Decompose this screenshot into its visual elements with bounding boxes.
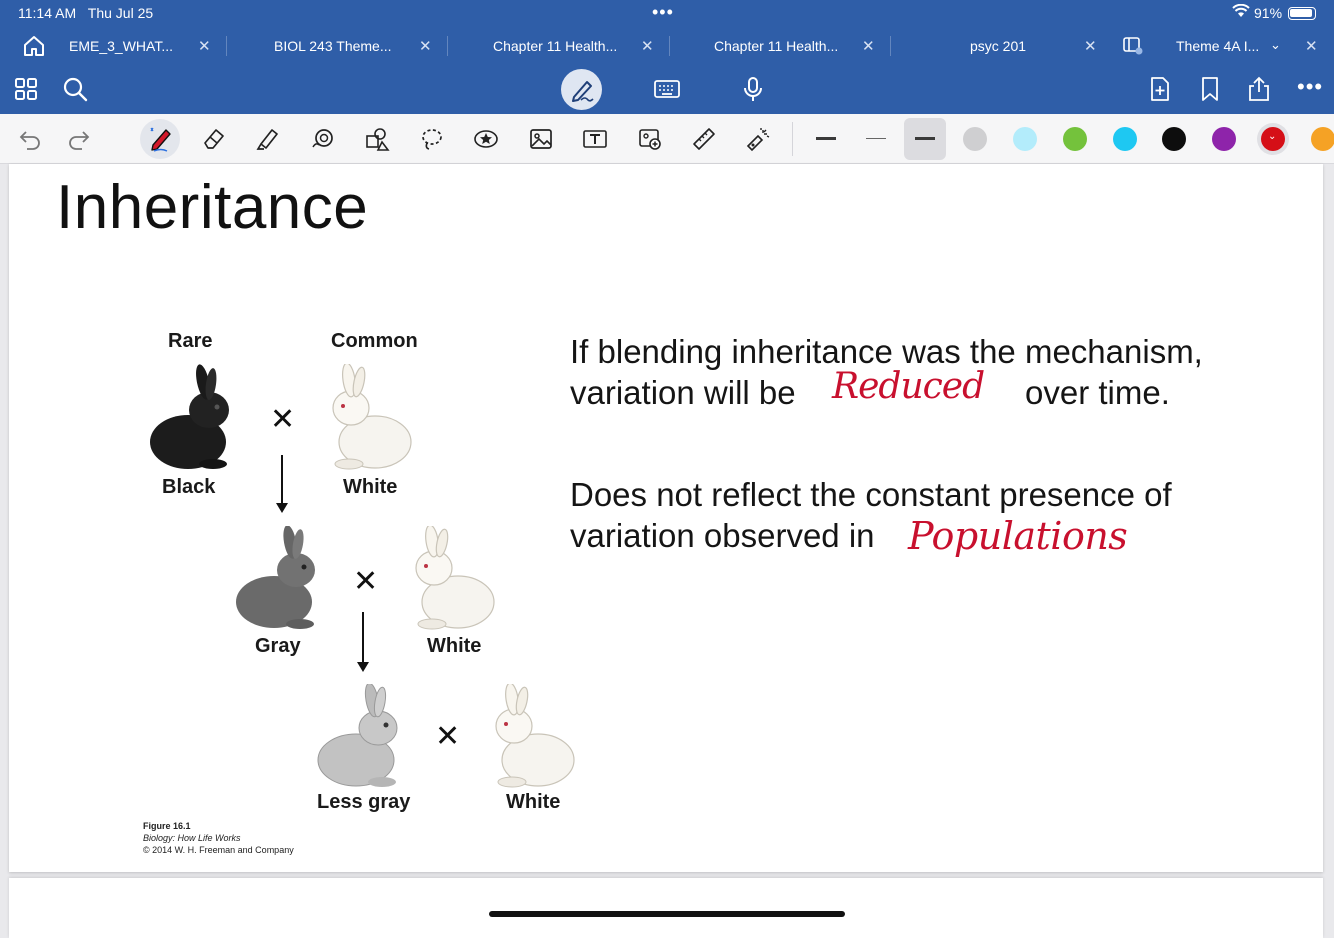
figure-label-rare: Rare [168,330,213,352]
tab-chapter-11-b[interactable]: Chapter 11 Health... ✕ [670,28,890,64]
text-line-2b: over time. [1025,374,1170,411]
close-tab-icon[interactable]: ✕ [198,37,211,55]
close-tab-icon[interactable]: ✕ [1084,37,1097,55]
chevron-down-icon: ⌄ [1268,131,1277,142]
figure-copyright: © 2014 W. H. Freeman and Company [143,845,294,855]
chevron-down-icon[interactable]: ⌄ [1270,37,1281,53]
home-icon[interactable] [22,34,46,58]
text-line-2a: variation will be [570,374,796,411]
share-icon[interactable] [1246,76,1272,102]
figure-label-white: White [427,635,482,657]
camera-icon[interactable] [637,126,663,152]
color-swatch[interactable] [1013,127,1037,151]
wifi-icon [1232,4,1250,17]
toolbar-divider [792,122,793,156]
color-swatch[interactable] [1212,127,1236,151]
sticker-icon[interactable] [473,126,499,152]
color-swatch[interactable] [963,127,987,151]
figure-label-common: Common [331,330,418,352]
color-swatch-selected[interactable]: ⌄ [1261,127,1285,151]
keyboard-icon[interactable] [654,76,680,102]
tool-bar: ⌄ [0,114,1334,164]
pen-mode-icon [572,81,594,102]
cross-symbol: ✕ [435,720,461,753]
color-swatch[interactable] [1113,127,1137,151]
figure-number: Figure 16.1 [143,821,191,831]
pen-icon [150,127,171,152]
close-tab-icon[interactable]: ✕ [1305,37,1318,55]
text-line-4a: variation observed in [570,517,875,554]
cross-symbol: ✕ [353,565,379,598]
stroke-width-selected[interactable] [904,118,946,160]
ruler-icon[interactable] [691,126,717,152]
gray-rabbit-image [236,526,315,629]
figure-label-white: White [343,476,398,498]
figure-label-less-gray: Less gray [317,791,411,813]
text-line-3: Does not reflect the constant presence o… [570,476,1172,513]
down-arrow [357,612,369,672]
close-tab-icon[interactable]: ✕ [641,37,654,55]
figure-label-white: White [506,791,561,813]
close-tab-icon[interactable]: ✕ [862,37,875,55]
white-rabbit-image [415,526,495,630]
grid-icon[interactable] [13,76,39,102]
figure-label-gray: Gray [255,635,301,657]
stroke-width-fine[interactable] [866,138,886,139]
shape-icon[interactable] [310,126,336,152]
white-rabbit-image [495,684,575,788]
app-header: 11:14 AM Thu Jul 25 ••• 91% EME_3_WHAT..… [0,0,1334,114]
status-bar: 11:14 AM Thu Jul 25 ••• 91% [0,0,1334,26]
close-tab-icon[interactable]: ✕ [419,37,432,55]
pen-mode-button[interactable] [561,69,602,110]
microphone-icon[interactable] [740,76,766,102]
less-gray-rabbit-image [317,684,398,787]
more-icon[interactable]: ••• [1297,74,1323,100]
elements-icon[interactable] [364,126,390,152]
handwriting-populations: Populations [908,514,1128,558]
lasso-icon[interactable] [419,126,445,152]
tab-eme[interactable]: EME_3_WHAT... ✕ [58,28,226,64]
battery-percent: 91% [1254,5,1283,21]
split-view-icon[interactable] [1123,37,1143,55]
add-page-icon[interactable] [1147,76,1173,102]
stroke-width-thin[interactable] [816,137,836,140]
tab-chapter-11-a[interactable]: Chapter 11 Health... ✕ [448,28,669,64]
page-title: Inheritance [56,173,369,242]
figure-credit: Figure 16.1 Biology: How Life Works © 20… [143,820,294,856]
tab-psyc-201[interactable]: psyc 201 ✕ [891,28,1112,64]
image-icon[interactable] [528,126,554,152]
main-toolbar: ••• [0,64,1334,114]
status-time: 11:14 AM Thu Jul 25 [18,5,154,21]
white-rabbit-image [332,364,412,470]
bookmark-icon[interactable] [1197,76,1223,102]
color-swatch[interactable] [1162,127,1186,151]
down-arrow [276,455,288,513]
stroke-width-bold [915,137,935,140]
figure-label-black: Black [162,476,216,498]
figure-source: Biology: How Life Works [143,833,241,843]
search-icon[interactable] [62,76,88,102]
eraser-icon[interactable] [201,126,227,152]
home-indicator[interactable] [489,911,845,917]
undo-icon[interactable] [17,126,43,152]
color-swatch[interactable] [1063,127,1087,151]
text-box-icon[interactable] [582,126,608,152]
tab-bar: EME_3_WHAT... ✕ BIOL 243 Theme... ✕ Chap… [0,28,1334,64]
handwriting-reduced: Reduced [832,366,985,407]
tab-theme-4a[interactable]: Theme 4A I... ⌄ ✕ [1112,28,1334,64]
pen-tool[interactable] [140,119,180,159]
battery-icon [1288,7,1316,20]
cross-symbol: ✕ [270,403,296,436]
tab-biol-243[interactable]: BIOL 243 Theme... ✕ [227,28,447,64]
black-rabbit-image [150,364,229,469]
laser-pointer-icon[interactable] [745,126,771,152]
redo-icon[interactable] [66,126,92,152]
next-page[interactable] [9,878,1323,938]
color-swatch[interactable] [1311,127,1334,151]
highlighter-icon[interactable] [255,126,281,152]
multitasking-dots-icon[interactable]: ••• [652,2,674,23]
